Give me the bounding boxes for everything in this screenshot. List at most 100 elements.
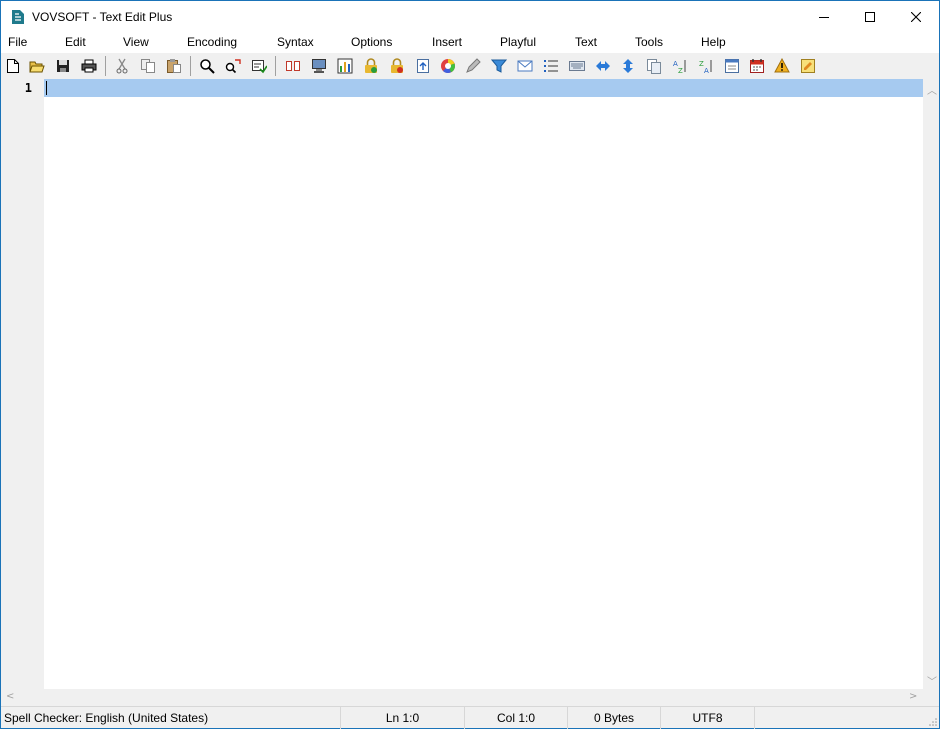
scroll-down-icon[interactable]: ﹀: [927, 673, 937, 688]
new-button[interactable]: [3, 56, 23, 76]
book-button[interactable]: [283, 56, 303, 76]
horizontal-arrows-icon: [596, 61, 610, 71]
toolbar: AZ ZA: [1, 53, 939, 79]
pen-icon: [466, 58, 481, 73]
pen-button[interactable]: [463, 56, 483, 76]
line-position-text: Ln 1:0: [385, 711, 420, 725]
vertical-arrows-icon: [623, 59, 633, 73]
replace-icon: [225, 59, 241, 74]
title-bar[interactable]: VOVSOFT - Text Edit Plus: [1, 1, 939, 32]
lock-red-button[interactable]: [387, 56, 407, 76]
toolbar-separator: [105, 56, 106, 76]
text-caret: [46, 81, 47, 95]
save-icon: [57, 60, 69, 72]
menu-insert[interactable]: Insert: [432, 35, 462, 49]
window-button[interactable]: [722, 56, 742, 76]
menu-file[interactable]: File: [8, 35, 27, 49]
line-number: 1: [24, 81, 32, 95]
vertical-scrollbar[interactable]: ︿ ﹀: [923, 79, 939, 689]
book-icon: [286, 61, 300, 71]
chart-button[interactable]: [335, 56, 355, 76]
calendar-button[interactable]: [747, 56, 767, 76]
menu-playful[interactable]: Playful: [500, 35, 536, 49]
email-icon: [517, 60, 533, 72]
filter-icon: [491, 59, 507, 73]
replace-button[interactable]: [223, 56, 243, 76]
filter-button[interactable]: [489, 56, 509, 76]
open-icon: [29, 61, 45, 73]
export-button[interactable]: [413, 56, 433, 76]
horizontal-arrows-button[interactable]: [593, 56, 613, 76]
list-button[interactable]: [541, 56, 561, 76]
note-icon: [801, 59, 815, 73]
email-button[interactable]: [515, 56, 535, 76]
minimize-icon: [819, 16, 829, 18]
cut-button[interactable]: [112, 56, 132, 76]
scroll-right-icon[interactable]: >: [909, 691, 917, 702]
lock-green-button[interactable]: [361, 56, 381, 76]
color-wheel-button[interactable]: [438, 56, 458, 76]
vertical-arrows-button[interactable]: [618, 56, 638, 76]
menu-tools[interactable]: Tools: [635, 35, 663, 49]
line-number-gutter: 1: [1, 79, 44, 689]
editor[interactable]: 1: [1, 79, 923, 689]
new-icon: [7, 59, 19, 73]
open-button[interactable]: [27, 56, 47, 76]
menu-edit[interactable]: Edit: [65, 35, 86, 49]
scroll-left-icon[interactable]: <: [6, 691, 14, 702]
print-button[interactable]: [79, 56, 99, 76]
status-size: 0 Bytes: [568, 707, 661, 729]
menu-options[interactable]: Options: [351, 35, 392, 49]
paste-icon: [167, 59, 181, 73]
spell-checker-text: Spell Checker: English (United States): [4, 711, 209, 725]
sort-az-button[interactable]: AZ: [670, 56, 690, 76]
maximize-button[interactable]: [847, 1, 893, 32]
status-spell-checker[interactable]: Spell Checker: English (United States): [1, 707, 341, 729]
status-bar: Spell Checker: English (United States) L…: [1, 706, 939, 729]
close-button[interactable]: [893, 1, 939, 32]
calendar-icon: [750, 59, 764, 73]
app-window: VOVSOFT - Text Edit Plus File Edit View …: [0, 0, 940, 729]
menu-help[interactable]: Help: [701, 35, 726, 49]
close-icon: [911, 11, 921, 22]
menu-view[interactable]: View: [123, 35, 149, 49]
resize-grip-icon[interactable]: [928, 717, 938, 727]
cut-icon: [116, 58, 128, 74]
menu-syntax[interactable]: Syntax: [277, 35, 314, 49]
status-line: Ln 1:0: [341, 707, 465, 729]
warning-icon: [774, 58, 790, 73]
lock-green-icon: [365, 58, 377, 73]
lock-red-icon: [391, 58, 403, 73]
paste-button[interactable]: [164, 56, 184, 76]
menu-text[interactable]: Text: [575, 35, 597, 49]
copy-icon: [141, 59, 155, 73]
documents-button[interactable]: [644, 56, 664, 76]
monitor-button[interactable]: [309, 56, 329, 76]
menu-bar: File Edit View Encoding Syntax Options I…: [1, 32, 939, 53]
copy-button[interactable]: [138, 56, 158, 76]
goto-button[interactable]: [249, 56, 269, 76]
minimize-button[interactable]: [801, 1, 847, 32]
current-line-highlight: [44, 79, 923, 97]
print-icon: [81, 59, 97, 73]
sort-za-icon: ZA: [699, 60, 712, 74]
window-title: VOVSOFT - Text Edit Plus: [32, 9, 173, 24]
chart-icon: [337, 58, 353, 74]
color-wheel-icon: [441, 59, 455, 74]
warning-button[interactable]: [772, 56, 792, 76]
note-button[interactable]: [798, 56, 818, 76]
text-area[interactable]: [44, 79, 923, 689]
maximize-icon: [865, 11, 875, 22]
window-icon: [725, 59, 739, 73]
status-encoding[interactable]: UTF8: [661, 707, 755, 729]
save-button[interactable]: [53, 56, 73, 76]
find-button[interactable]: [197, 56, 217, 76]
horizontal-scrollbar[interactable]: < >: [1, 689, 923, 706]
sort-az-icon: AZ: [673, 60, 686, 74]
keyboard-button[interactable]: [567, 56, 587, 76]
svg-text:Z: Z: [678, 67, 683, 74]
sort-za-button[interactable]: ZA: [696, 56, 716, 76]
keyboard-icon: [569, 61, 585, 71]
scroll-up-icon[interactable]: ︿: [927, 82, 937, 97]
menu-encoding[interactable]: Encoding: [187, 35, 237, 49]
